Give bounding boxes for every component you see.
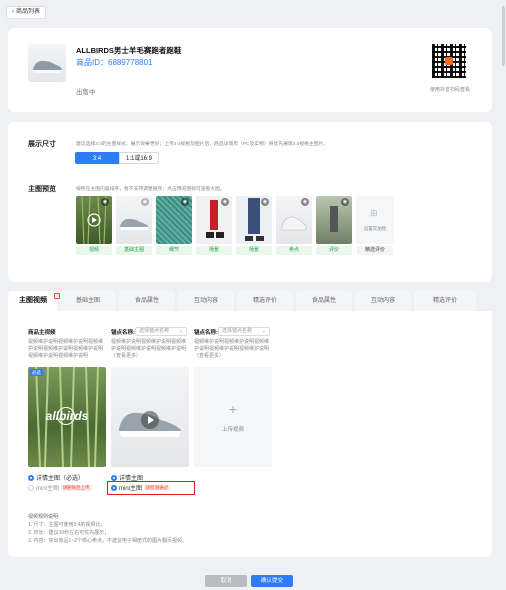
qr-logo-icon <box>445 57 453 65</box>
tab-main-video[interactable]: 主图视频 <box>8 291 58 311</box>
radio-checked <box>28 475 34 482</box>
play-icon[interactable] <box>141 411 159 429</box>
ratio-option-1-1[interactable]: 1:1或16:9 <box>119 152 159 164</box>
option-mini-main-left[interactable]: mini主图 请删除后上传 <box>28 485 92 493</box>
preview-placeholder-label: 设置实拍售 <box>363 226 387 231</box>
preview-placeholder-tag: 精选评价 <box>357 246 393 255</box>
preview-tag: 细节 <box>156 246 192 255</box>
display-size-label: 展示尺寸 <box>28 141 56 148</box>
required-badge: 必选 <box>30 369 43 376</box>
tab-bar: 主图视频 ! 基础主图 食品属性 互动内容 精选评价 食品属性 互动内容 精选评… <box>8 291 496 311</box>
column-desc-anchor-2: 视频维护说明视频维护说明视频维护说明视频维护说明视频维护说明（查看更多） <box>194 339 270 359</box>
chevron-down-icon: ⌄ <box>261 328 266 334</box>
cancel-button[interactable]: 取消 <box>205 575 247 587</box>
upload-video-tile[interactable]: + 上传视频 <box>194 367 272 467</box>
preview-tag: 视频 <box>76 246 112 255</box>
image-placeholder-icon: ⊞ <box>370 208 378 218</box>
anchor-select-1[interactable]: 选择锚点名称 ⌄ <box>135 327 187 336</box>
back-button-label: 商品列表 <box>16 9 41 15</box>
tab-reviews-2[interactable]: 精选评价 <box>414 291 476 311</box>
plus-icon: + <box>228 401 238 417</box>
eye-icon[interactable]: ◉ <box>221 198 229 206</box>
note-line: 3. 内容：突出商品1~2个核心卖点，不建议电子相册式的图片翻页视频。 <box>28 538 188 544</box>
display-size-hint: 建议选择3:4的主图样式，展示效果更好；上传3:4规格及图片后，商品详情页（PC… <box>76 142 329 147</box>
tab-interactive-2[interactable]: 互动内容 <box>355 291 411 311</box>
chevron-left-icon: ‹ <box>12 9 14 15</box>
product-id: 商品ID：6889778801 <box>76 58 153 67</box>
eye-icon[interactable]: ◉ <box>301 198 309 206</box>
tab-reviews[interactable]: 精选评价 <box>237 291 293 311</box>
preview-label: 主图预览 <box>28 186 56 193</box>
product-card: ALLBIRDS男士羊毛赛跑者跑鞋 商品ID：6889778801 出售中 使用… <box>8 28 492 112</box>
preview-tag: 评价 <box>316 246 352 255</box>
preview-placeholder[interactable]: ⊞ 设置实拍售 <box>356 196 394 244</box>
eye-icon[interactable]: ◉ <box>341 198 349 206</box>
shoe-image <box>33 60 62 73</box>
main-video-tile[interactable]: 必选 allbirds <box>28 367 106 467</box>
notes-title: 视频规则说明: <box>28 514 60 520</box>
preview-tag: 基础主图 <box>116 246 152 255</box>
eye-icon[interactable]: ◉ <box>141 198 149 206</box>
tab-food-attr[interactable]: 食品属性 <box>119 291 175 311</box>
play-icon[interactable] <box>57 407 75 425</box>
preview-tag: 卖点 <box>276 246 312 255</box>
eye-icon[interactable]: ◉ <box>101 198 109 206</box>
radio-checked <box>111 485 117 492</box>
tab-food-attr-2[interactable]: 食品属性 <box>296 291 352 311</box>
submit-button[interactable]: 确认提交 <box>251 575 293 587</box>
column-header-main-video: 商品主视频 <box>28 330 56 336</box>
qr-caption: 使用抖音扫码查看 <box>429 87 470 93</box>
eye-icon[interactable]: ◉ <box>181 198 189 206</box>
tab-interactive[interactable]: 互动内容 <box>178 291 234 311</box>
column-desc-anchor-1: 视频维护说明视频维护说明视频维护说明视频维护说明视频维护说明（查看更多） <box>111 339 187 359</box>
radio-unchecked <box>28 485 34 492</box>
page-scrollbar[interactable] <box>502 6 505 66</box>
note-line: 2. 时长：建议30秒左右可优先展示； <box>28 530 110 536</box>
column-header-anchor-2: 锚点名称: <box>194 330 218 336</box>
note-line: 1. 尺寸：主图可使用3:4的视频比； <box>28 522 106 528</box>
warning-badge: 请检测通过 <box>143 485 171 492</box>
product-thumbnail <box>28 44 66 82</box>
option-detail-main[interactable]: 详情主图（必选） <box>28 475 84 483</box>
back-button[interactable]: ‹ 商品列表 <box>6 6 47 19</box>
option-mini-main-right[interactable]: mini主图 请检测通过 <box>111 485 171 493</box>
upload-video-label: 上传视频 <box>221 427 244 433</box>
ratio-option-3-4[interactable]: 3:4 <box>75 152 119 164</box>
tab-basic-main[interactable]: 基础主图 <box>60 291 116 311</box>
preview-hint: 按所在主图内容排序，暂不支持调整顺序；点击预览图标可查看大图。 <box>76 187 225 192</box>
eye-icon[interactable]: ◉ <box>261 198 269 206</box>
anchor-select-2[interactable]: 选择锚点名称 ⌄ <box>218 327 270 336</box>
product-title: ALLBIRDS男士羊毛赛跑者跑鞋 <box>76 46 182 55</box>
warning-badge: 请删除后上传 <box>60 485 92 492</box>
chevron-down-icon: ⌄ <box>178 328 183 334</box>
column-desc-main: 视频维护说明视频维护说明视频维护说明视频维护说明视频维护说明视频维护说明视频维护… <box>28 339 104 359</box>
anchor-video-tile[interactable] <box>111 367 189 467</box>
column-header-anchor-1: 锚点名称: <box>111 330 135 336</box>
preview-tag: 场景 <box>196 246 232 255</box>
product-status: 出售中 <box>76 89 96 96</box>
video-panel: 商品主视频 锚点名称: 选择锚点名称 ⌄ 锚点名称: 选择锚点名称 ⌄ 视频维护… <box>8 311 492 557</box>
preview-tag: 场景 <box>236 246 272 255</box>
